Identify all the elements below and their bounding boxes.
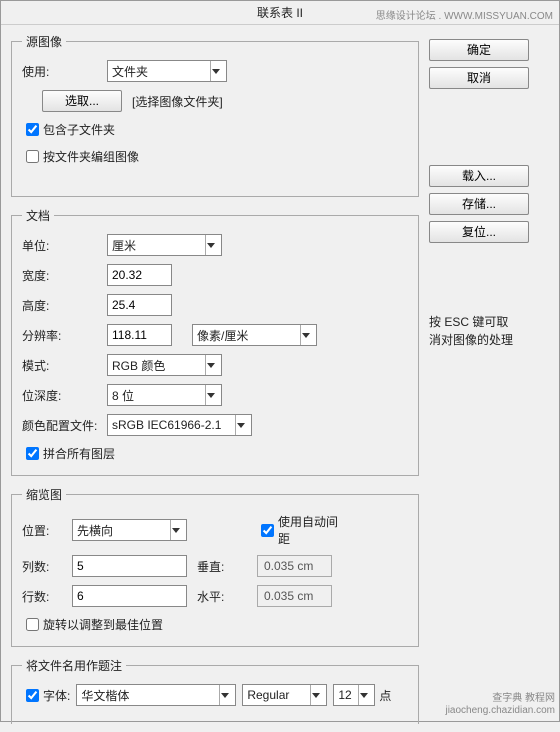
- resolution-label: 分辨率:: [22, 327, 107, 344]
- width-input[interactable]: [107, 264, 172, 286]
- watermark-bottom: 查字典 教程网 jiaocheng.chazidian.com: [445, 693, 555, 717]
- unit-select[interactable]: 厘米: [107, 234, 222, 256]
- source-image-legend: 源图像: [22, 33, 66, 50]
- document-legend: 文档: [22, 207, 54, 224]
- chevron-down-icon: [205, 385, 221, 405]
- position-select[interactable]: 先横向: [72, 519, 187, 541]
- rows-label: 行数:: [22, 588, 72, 605]
- group-by-folder-checkbox[interactable]: [26, 150, 39, 163]
- chevron-down-icon: [219, 685, 235, 705]
- font-family-select[interactable]: 华文楷体: [76, 684, 236, 706]
- height-label: 高度:: [22, 297, 107, 314]
- font-unit: 点: [379, 687, 391, 704]
- autospace-checkbox[interactable]: [261, 524, 274, 537]
- mode-select[interactable]: RGB 颜色: [107, 354, 222, 376]
- rows-input[interactable]: [72, 585, 187, 607]
- document-group: 文档 单位: 厘米 宽度: 高度: 分辨率: 像素/厘米: [11, 207, 419, 476]
- chevron-down-icon: [300, 325, 316, 345]
- chevron-down-icon: [235, 415, 251, 435]
- load-button[interactable]: 载入...: [429, 165, 529, 187]
- hspace-label: 水平:: [197, 588, 257, 605]
- height-input[interactable]: [107, 294, 172, 316]
- reset-button[interactable]: 复位...: [429, 221, 529, 243]
- font-size-select[interactable]: 12: [333, 684, 375, 706]
- rotate-best-fit-checkbox[interactable]: [26, 618, 39, 631]
- profile-select[interactable]: sRGB IEC61966-2.1: [107, 414, 252, 436]
- include-subfolders-checkbox[interactable]: [26, 123, 39, 136]
- font-label: 字体:: [43, 687, 70, 704]
- esc-hint: 按 ESC 键可取 消对图像的处理: [429, 313, 539, 349]
- chevron-down-icon: [205, 355, 221, 375]
- chevron-down-icon: [205, 235, 221, 255]
- hspace-value: 0.035 cm: [257, 585, 332, 607]
- vspace-value: 0.035 cm: [257, 555, 332, 577]
- choose-hint: [选择图像文件夹]: [132, 93, 223, 110]
- flatten-layers-label: 拼合所有图层: [43, 445, 115, 462]
- font-style-select[interactable]: Regular: [242, 684, 327, 706]
- chevron-down-icon: [310, 685, 326, 705]
- chevron-down-icon: [170, 520, 186, 540]
- autospace-label: 使用自动间距: [278, 513, 347, 547]
- title-bar: 联系表 II 思缘设计论坛 . WWW.MISSYUAN.COM: [1, 1, 559, 25]
- use-label: 使用:: [22, 63, 107, 80]
- thumbnail-group: 缩览图 位置: 先横向 使用自动间距 列数: 垂直: 0.035 cm 行数: …: [11, 486, 419, 647]
- cols-input[interactable]: [72, 555, 187, 577]
- chevron-down-icon: [358, 685, 374, 705]
- cols-label: 列数:: [22, 558, 72, 575]
- caption-enable-checkbox[interactable]: [26, 689, 39, 702]
- rotate-best-fit-label: 旋转以调整到最佳位置: [43, 616, 163, 633]
- group-by-folder-label: 按文件夹编组图像: [43, 148, 139, 165]
- cancel-button[interactable]: 取消: [429, 67, 529, 89]
- use-select[interactable]: 文件夹: [107, 60, 227, 82]
- watermark-top: 思缘设计论坛 . WWW.MISSYUAN.COM: [376, 5, 553, 29]
- include-subfolders-label: 包含子文件夹: [43, 121, 115, 138]
- depth-label: 位深度:: [22, 387, 107, 404]
- vspace-label: 垂直:: [197, 558, 257, 575]
- depth-select[interactable]: 8 位: [107, 384, 222, 406]
- resolution-unit-select[interactable]: 像素/厘米: [192, 324, 317, 346]
- source-image-group: 源图像 使用: 文件夹 选取... [选择图像文件夹] 包含子文件夹 按文件夹编…: [11, 33, 419, 197]
- position-label: 位置:: [22, 522, 72, 539]
- thumbnail-legend: 缩览图: [22, 486, 66, 503]
- caption-group: 将文件名用作题注 字体: 华文楷体 Regular 12 点: [11, 657, 419, 724]
- save-button[interactable]: 存储...: [429, 193, 529, 215]
- choose-folder-button[interactable]: 选取...: [42, 90, 122, 112]
- caption-legend: 将文件名用作题注: [22, 657, 126, 674]
- profile-label: 颜色配置文件:: [22, 417, 107, 434]
- window-title: 联系表 II: [257, 6, 303, 20]
- mode-label: 模式:: [22, 357, 107, 374]
- width-label: 宽度:: [22, 267, 107, 284]
- resolution-input[interactable]: [107, 324, 172, 346]
- chevron-down-icon: [210, 61, 226, 81]
- flatten-layers-checkbox[interactable]: [26, 447, 39, 460]
- unit-label: 单位:: [22, 237, 107, 254]
- ok-button[interactable]: 确定: [429, 39, 529, 61]
